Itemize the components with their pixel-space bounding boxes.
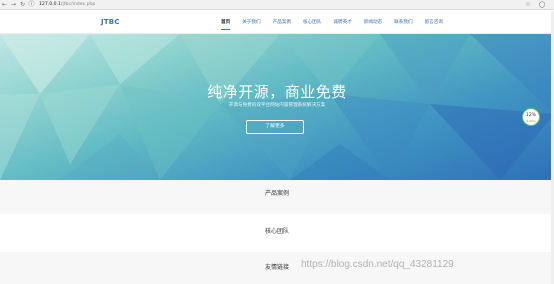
browser-toolbar: ← → ↻ ⓘ 127.0.0.1/jtbc/index.php ☆ ◯	[0, 0, 554, 10]
badge-speed: 0.0K/s	[526, 119, 536, 123]
site-logo[interactable]: JTBC	[101, 18, 120, 26]
section-title: 产品案例	[264, 190, 289, 197]
nav-item-guestbook[interactable]: 留言咨询	[425, 19, 443, 25]
forward-icon[interactable]: →	[9, 0, 18, 9]
section-links: 友情链接	[0, 252, 554, 284]
back-icon[interactable]: ←	[0, 0, 9, 9]
address-bar[interactable]: 127.0.0.1/jtbc/index.php	[39, 2, 95, 7]
star-icon[interactable]: ☆	[524, 1, 532, 9]
badge-percent: 12%	[525, 113, 537, 118]
watermark: https://blog.csdn.net/qq_43281129	[301, 259, 454, 270]
url-path: /jtbc/index.php	[60, 2, 96, 7]
nav-item-team[interactable]: 核心团队	[303, 19, 321, 25]
main-nav: 首页 关于我们 产品案例 核心团队 诚聘英才 新闻动态 联系我们 留言咨询	[221, 19, 455, 30]
learn-more-button[interactable]: 了解更多	[246, 120, 304, 134]
section-products: 产品案例	[0, 180, 554, 214]
url-host: 127.0.0.1	[39, 2, 61, 7]
info-icon[interactable]: ⓘ	[27, 0, 36, 9]
reload-icon[interactable]: ↻	[18, 0, 27, 9]
hero-banner: 纯净开源，商业免费 开源与免费的双平台网站内容管理系统解决方案 了解更多	[0, 34, 554, 180]
hero-title: 纯净开源，商业免费	[207, 83, 347, 101]
nav-item-news[interactable]: 新闻动态	[364, 19, 382, 25]
nav-item-about[interactable]: 关于我们	[242, 19, 260, 25]
site-header: JTBC 首页 关于我们 产品案例 核心团队 诚聘英才 新闻动态 联系我们 留言…	[0, 11, 554, 34]
account-icon[interactable]: ◯	[538, 1, 546, 9]
nav-item-contact[interactable]: 联系我们	[394, 19, 412, 25]
section-title: 友情链接	[264, 264, 289, 271]
nav-item-products[interactable]: 产品案例	[273, 19, 291, 25]
nav-item-jobs[interactable]: 诚聘英才	[333, 19, 351, 25]
nav-item-home[interactable]: 首页	[221, 19, 231, 30]
section-title: 核心团队	[264, 228, 289, 235]
hero-subtitle: 开源与免费的双平台网站内容管理系统解决方案	[228, 103, 326, 108]
network-speed-badge[interactable]: 12% 0.0K/s	[522, 108, 540, 126]
section-team: 核心团队	[0, 214, 554, 252]
